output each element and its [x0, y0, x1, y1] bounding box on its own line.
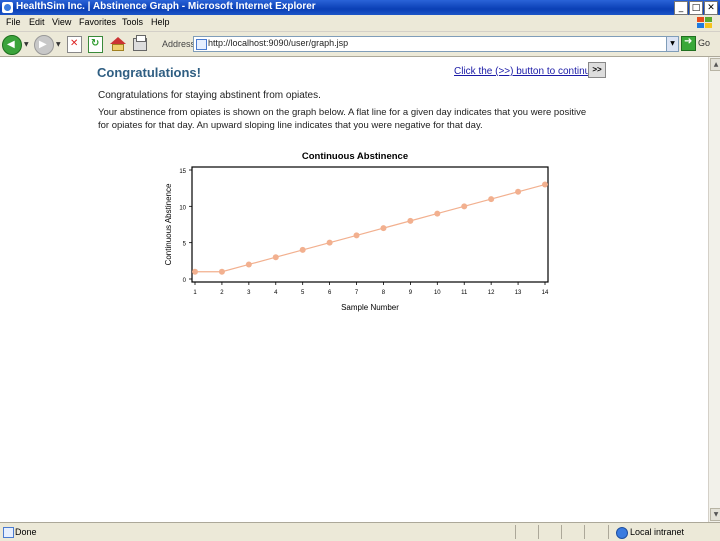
data-point [515, 188, 522, 195]
close-button[interactable]: ✕ [704, 1, 718, 15]
data-point [488, 196, 495, 203]
x-tick-label: 13 [515, 290, 522, 296]
vertical-scrollbar[interactable]: ▲ ▼ [708, 57, 720, 522]
status-bar: Done Local intranet [0, 522, 720, 541]
x-tick-label: 11 [461, 290, 468, 296]
abstinence-chart: 0510151 2 3 4 5 6 7 8 9 10 11 12 13 14Sample NumberCo… [164, 166, 549, 312]
address-input[interactable]: http://localhost:9090/user/graph.jsp ▼ [193, 36, 679, 52]
page-icon [196, 39, 207, 50]
scroll-down-icon[interactable]: ▼ [710, 508, 720, 521]
windows-logo-icon [697, 17, 712, 28]
status-divider [608, 525, 609, 539]
x-tick-label: 2 [220, 290, 224, 296]
back-arrow-icon: ◀ [7, 39, 15, 50]
page-heading: Congratulations! [97, 65, 201, 80]
data-point [299, 246, 306, 253]
status-text: Done [15, 527, 37, 537]
menu-help[interactable]: Help [151, 17, 170, 27]
x-tick-label: 6 [328, 290, 332, 296]
status-divider [515, 525, 516, 539]
zone-text: Local intranet [630, 527, 685, 537]
menu-favorites[interactable]: Favorites [79, 17, 116, 27]
window-title: HealthSim Inc. | Abstinence Graph - Micr… [16, 1, 316, 12]
forward-dropdown-icon[interactable]: ▼ [56, 41, 61, 48]
data-point [353, 232, 360, 239]
menu-file[interactable]: File [6, 17, 21, 27]
continue-button[interactable]: >> [588, 62, 606, 78]
page-content: Congratulations! Click the (>>) button t… [0, 57, 708, 522]
data-point [434, 210, 441, 217]
go-button[interactable]: ➜ [681, 36, 696, 51]
y-axis-label: Continuous Abstinence [164, 183, 173, 265]
x-tick-label: 3 [247, 290, 251, 296]
x-tick-label: 8 [382, 290, 386, 296]
minimize-button[interactable]: _ [674, 1, 688, 15]
explanation-text: Your abstinence from opiates is shown on… [98, 107, 587, 131]
forward-button[interactable]: ▶ [34, 35, 54, 55]
y-tick-label: 15 [179, 169, 186, 175]
y-tick-label: 10 [179, 205, 186, 211]
menu-view[interactable]: View [52, 17, 71, 27]
print-button[interactable] [133, 35, 147, 51]
home-icon [110, 37, 126, 44]
window-title-bar: HealthSim Inc. | Abstinence Graph - Micr… [0, 0, 720, 15]
data-point [272, 254, 279, 261]
x-tick-label: 9 [409, 290, 413, 296]
intranet-zone-icon [616, 527, 628, 539]
status-divider [538, 525, 539, 539]
go-label[interactable]: Go [698, 38, 710, 48]
data-point [407, 217, 414, 224]
x-tick-label: 4 [274, 290, 278, 296]
maximize-button[interactable]: □ [689, 1, 703, 15]
y-tick-label: 0 [183, 278, 187, 284]
data-point [192, 268, 198, 275]
data-point [542, 181, 548, 188]
stop-icon: ✕ [70, 38, 79, 49]
continue-link[interactable]: Click the (>>) button to continue [454, 66, 596, 77]
refresh-button[interactable]: ↻ [88, 36, 103, 53]
address-url[interactable]: http://localhost:9090/user/graph.jsp [208, 38, 348, 48]
address-label: Address [162, 39, 196, 49]
menu-tools[interactable]: Tools [122, 17, 143, 27]
scroll-up-icon[interactable]: ▲ [710, 58, 720, 71]
x-axis-label: Sample Number [341, 303, 399, 312]
data-point [245, 261, 252, 268]
x-tick-label: 12 [488, 290, 495, 296]
back-dropdown-icon[interactable]: ▼ [24, 41, 29, 48]
data-point [380, 225, 387, 232]
go-arrow-icon: ➜ [684, 36, 693, 47]
x-tick-label: 7 [355, 290, 359, 296]
status-page-icon [3, 527, 14, 538]
x-tick-label: 10 [434, 290, 441, 296]
y-tick-label: 5 [183, 242, 187, 248]
status-divider [584, 525, 585, 539]
ie-icon [2, 2, 13, 13]
address-dropdown-icon[interactable]: ▼ [666, 37, 678, 51]
data-point [326, 239, 333, 246]
forward-arrow-icon: ▶ [39, 39, 47, 50]
menu-bar: File Edit View Favorites Tools Help [0, 15, 720, 32]
menu-edit[interactable]: Edit [29, 17, 45, 27]
home-button[interactable] [110, 37, 126, 51]
congrats-text: Congratulations for staying abstinent fr… [98, 90, 321, 101]
x-tick-label: 5 [301, 290, 305, 296]
x-tick-label: 1 [193, 290, 197, 296]
status-divider [561, 525, 562, 539]
data-point [461, 203, 468, 210]
data-point [218, 268, 225, 275]
chart-title: Continuous Abstinence [301, 151, 409, 162]
stop-button[interactable]: ✕ [67, 36, 82, 53]
x-tick-label: 14 [542, 290, 549, 296]
plot-frame [191, 166, 549, 283]
back-button[interactable]: ◀ [2, 35, 22, 55]
refresh-icon: ↻ [91, 38, 100, 49]
